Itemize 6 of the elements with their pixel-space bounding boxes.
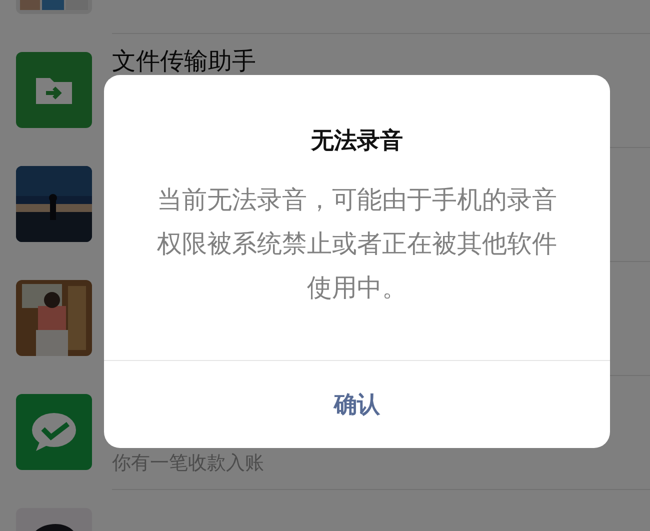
file-transfer-icon (16, 52, 92, 128)
dialog-message: 当前无法录音，可能由于手机的录音权限被系统禁止或者正在被其他软件使用中。 (156, 184, 558, 304)
chat-check-icon (16, 394, 92, 470)
dialog-title: 无法录音 (311, 127, 403, 156)
chat-name: 文件传输助手 (112, 47, 257, 75)
confirm-button[interactable]: 确认 (104, 360, 610, 448)
